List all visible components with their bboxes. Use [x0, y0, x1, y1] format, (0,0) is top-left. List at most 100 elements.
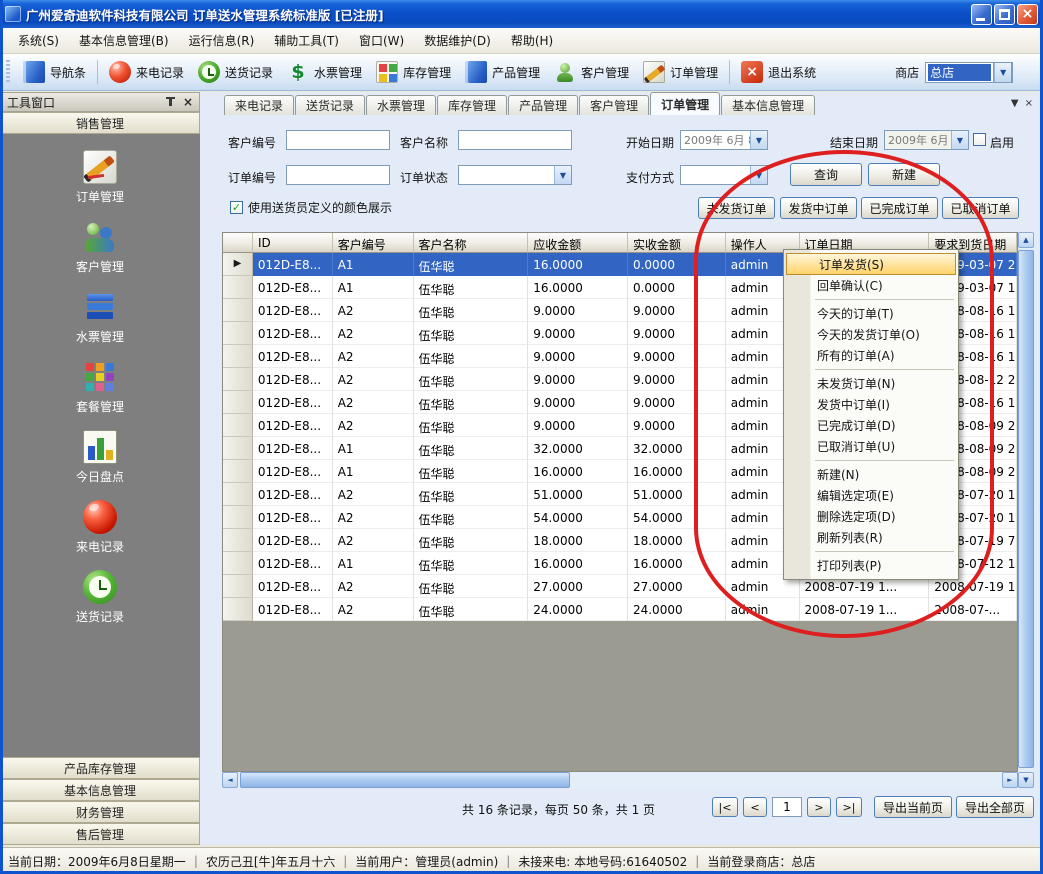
- horizontal-scrollbar[interactable]: ◄ ►: [222, 772, 1018, 788]
- row-selector[interactable]: [223, 460, 253, 483]
- column-header-2[interactable]: 客户名称: [414, 233, 529, 253]
- scroll-right-icon[interactable]: ►: [1002, 772, 1018, 788]
- sidebar-group-1[interactable]: 基本信息管理: [0, 779, 200, 801]
- minimize-button[interactable]: [971, 4, 992, 25]
- context-menu-item-12[interactable]: 新建(N): [785, 464, 957, 485]
- status-filter-button-2[interactable]: 已完成订单: [861, 197, 938, 219]
- sidebar-group-3[interactable]: 售后管理: [0, 823, 200, 845]
- context-menu-item-15[interactable]: 刷新列表(R): [785, 527, 957, 548]
- row-selector[interactable]: [223, 345, 253, 368]
- column-header-4[interactable]: 实收金额: [628, 233, 726, 253]
- row-selector[interactable]: [223, 552, 253, 575]
- new-button[interactable]: 新建: [868, 163, 940, 186]
- sidebar-item-water-books[interactable]: 水票管理: [76, 290, 124, 345]
- context-menu-item-17[interactable]: 打印列表(P): [785, 555, 957, 576]
- maximize-button[interactable]: [994, 4, 1015, 25]
- toolbar-button-incoming-call[interactable]: 来电记录: [102, 58, 191, 86]
- sidebar-group-0[interactable]: 产品库存管理: [0, 757, 200, 779]
- row-selector[interactable]: [223, 368, 253, 391]
- row-selector[interactable]: [223, 391, 253, 414]
- toolbar-button-delivery-record[interactable]: 送货记录: [191, 58, 280, 86]
- last-page-button[interactable]: >|: [836, 797, 862, 817]
- pay-method-combobox[interactable]: ▼: [680, 165, 768, 185]
- context-menu-item-8[interactable]: 发货中订单(I): [785, 394, 957, 415]
- column-header-1[interactable]: 客户编号: [333, 233, 414, 253]
- customer-name-input[interactable]: [458, 130, 572, 150]
- context-menu-item-0[interactable]: 订单发货(S): [786, 253, 956, 275]
- start-date-picker[interactable]: 2009年 6月 8日 ▼: [680, 130, 768, 150]
- sidebar-item-delivery-clock[interactable]: 送货记录: [76, 570, 124, 625]
- toolbar-button-inventory[interactable]: 库存管理: [369, 58, 458, 86]
- row-selector[interactable]: [223, 322, 253, 345]
- menu-item-6[interactable]: 帮助(H): [501, 28, 563, 53]
- color-checkbox[interactable]: ✓: [230, 201, 243, 214]
- horizontal-scroll-thumb[interactable]: [240, 772, 570, 788]
- sidebar-item-package-grid[interactable]: 套餐管理: [76, 360, 124, 415]
- context-menu-item-10[interactable]: 已取消订单(U): [785, 436, 957, 457]
- tab-7[interactable]: 基本信息管理: [721, 95, 815, 115]
- row-selector[interactable]: ▶: [223, 253, 253, 276]
- tab-4[interactable]: 产品管理: [508, 95, 578, 115]
- row-selector[interactable]: [223, 437, 253, 460]
- row-selector[interactable]: [223, 529, 253, 552]
- sidebar-group-sales[interactable]: 销售管理: [0, 112, 200, 134]
- context-menu-item-7[interactable]: 未发货订单(N): [785, 373, 957, 394]
- export-all-pages-button[interactable]: 导出全部页: [956, 796, 1034, 818]
- tab-3[interactable]: 库存管理: [437, 95, 507, 115]
- row-selector[interactable]: [223, 414, 253, 437]
- close-icon[interactable]: ×: [183, 96, 193, 108]
- toolbar-button-navigator[interactable]: 导航条: [16, 58, 93, 86]
- menu-item-3[interactable]: 辅助工具(T): [264, 28, 349, 53]
- context-menu-item-4[interactable]: 今天的发货订单(O): [785, 324, 957, 345]
- context-menu-item-14[interactable]: 删除选定项(D): [785, 506, 957, 527]
- scroll-up-icon[interactable]: ▲: [1018, 232, 1034, 248]
- row-selector[interactable]: [223, 299, 253, 322]
- row-selector[interactable]: [223, 598, 253, 621]
- page-number-input[interactable]: [772, 797, 802, 817]
- toolbar-button-exit[interactable]: ×退出系统: [734, 58, 823, 86]
- column-header-3[interactable]: 应收金额: [528, 233, 628, 253]
- scroll-left-icon[interactable]: ◄: [222, 772, 238, 788]
- menu-item-2[interactable]: 运行信息(R): [179, 28, 265, 53]
- scroll-down-icon[interactable]: ▼: [1018, 772, 1034, 788]
- context-menu-item-1[interactable]: 回单确认(C): [785, 275, 957, 296]
- row-selector[interactable]: [223, 483, 253, 506]
- customer-no-input[interactable]: [286, 130, 390, 150]
- column-header-0[interactable]: ID: [253, 233, 333, 253]
- toolbar-button-customer[interactable]: 客户管理: [547, 58, 636, 86]
- order-no-input[interactable]: [286, 165, 390, 185]
- toolbar-button-order[interactable]: 订单管理: [636, 58, 725, 86]
- query-button[interactable]: 查询: [790, 163, 862, 186]
- shop-combobox[interactable]: 总店 ▼: [925, 62, 1013, 83]
- next-page-button[interactable]: >: [807, 797, 831, 817]
- row-selector[interactable]: [223, 575, 253, 598]
- sidebar-item-daily-chart[interactable]: 今日盘点: [76, 430, 124, 485]
- status-filter-button-3[interactable]: 已取消订单: [942, 197, 1019, 219]
- pin-icon[interactable]: [165, 96, 176, 108]
- prev-page-button[interactable]: <: [743, 797, 767, 817]
- end-date-picker[interactable]: 2009年 6月 8日 ▼: [884, 130, 969, 150]
- table-row[interactable]: 012D-E8...A2伍华聪24.000024.0000admin2008-0…: [223, 598, 1017, 621]
- first-page-button[interactable]: |<: [712, 797, 738, 817]
- chevron-down-icon[interactable]: ▼: [750, 166, 767, 184]
- chevron-down-icon[interactable]: ▼: [993, 62, 1012, 82]
- tab-2[interactable]: 水票管理: [366, 95, 436, 115]
- chevron-down-icon[interactable]: ▼: [750, 131, 767, 149]
- menu-item-1[interactable]: 基本信息管理(B): [69, 28, 179, 53]
- toolbar-button-product[interactable]: 产品管理: [458, 58, 547, 86]
- sidebar-group-2[interactable]: 财务管理: [0, 801, 200, 823]
- row-selector[interactable]: [223, 276, 253, 299]
- menu-item-5[interactable]: 数据维护(D): [414, 28, 501, 53]
- menu-item-0[interactable]: 系统(S): [8, 28, 69, 53]
- sidebar-item-call-sphere[interactable]: 来电记录: [76, 500, 124, 555]
- context-menu-item-5[interactable]: 所有的订单(A): [785, 345, 957, 366]
- sidebar-item-order-pen[interactable]: 订单管理: [76, 150, 124, 205]
- status-filter-button-0[interactable]: 未发货订单: [698, 197, 775, 219]
- context-menu-item-13[interactable]: 编辑选定项(E): [785, 485, 957, 506]
- close-button[interactable]: ×: [1017, 4, 1038, 25]
- tab-5[interactable]: 客户管理: [579, 95, 649, 115]
- export-current-page-button[interactable]: 导出当前页: [874, 796, 952, 818]
- menu-item-4[interactable]: 窗口(W): [349, 28, 414, 53]
- enable-checkbox[interactable]: [973, 133, 986, 146]
- toolbar-button-water-ticket[interactable]: $水票管理: [280, 58, 369, 86]
